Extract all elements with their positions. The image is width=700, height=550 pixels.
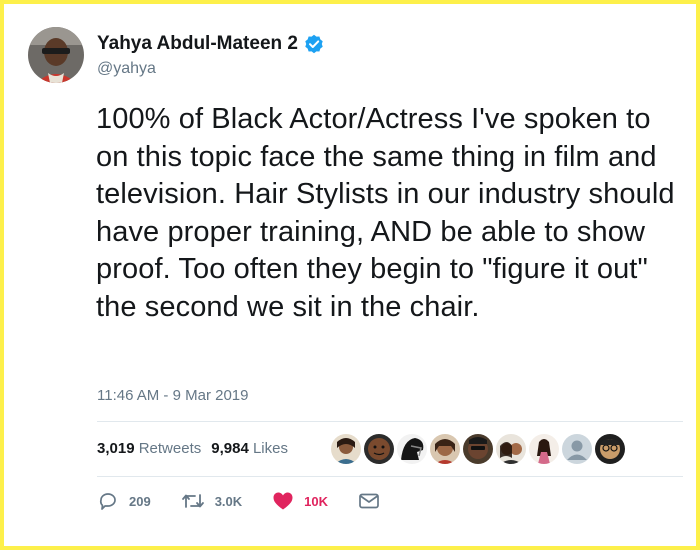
direct-message-button[interactable]: [358, 492, 390, 510]
heart-icon: [273, 492, 293, 510]
liker-avatar[interactable]: [364, 434, 394, 464]
engagement-stats: 3,019 Retweets 9,984 Likes: [97, 440, 288, 457]
tweet-text: 100% of Black Actor/Actress I've spoken …: [96, 103, 675, 323]
retweets-stat[interactable]: 3,019 Retweets: [97, 440, 201, 457]
likes-label: Likes: [252, 440, 288, 457]
reply-count: 209: [129, 493, 151, 509]
liker-avatar[interactable]: [529, 434, 559, 464]
like-count: 10K: [304, 493, 329, 509]
liker-avatars: [331, 434, 628, 464]
liker-avatar[interactable]: [430, 434, 460, 464]
retweets-count: 3,019: [97, 440, 135, 457]
retweets-label: Retweets: [138, 440, 202, 457]
tweet-actions: 209 3.0K 10K: [97, 491, 420, 511]
reply-icon: [99, 493, 116, 510]
liker-avatar[interactable]: [397, 434, 427, 464]
liker-avatar[interactable]: [496, 434, 526, 464]
divider: [97, 421, 683, 422]
liker-avatar[interactable]: [595, 434, 625, 464]
author-avatar[interactable]: [28, 27, 84, 83]
reply-button[interactable]: 209: [97, 491, 151, 511]
liker-avatar-default[interactable]: [562, 434, 592, 464]
author-name-row[interactable]: Yahya Abdul-Mateen 2: [97, 33, 324, 55]
liker-avatar[interactable]: [463, 434, 493, 464]
author-display-name[interactable]: Yahya Abdul-Mateen 2: [97, 33, 298, 55]
likes-count: 9,984: [211, 440, 249, 457]
author-handle[interactable]: @yahya: [97, 60, 156, 78]
screenshot-frame: Yahya Abdul-Mateen 2 @yahya 100% of Blac…: [0, 0, 700, 550]
liker-avatar[interactable]: [331, 434, 361, 464]
verified-badge-icon: [304, 34, 324, 54]
tweet-timestamp[interactable]: 11:46 AM - 9 Mar 2019: [97, 387, 248, 404]
likes-stat[interactable]: 9,984 Likes: [211, 440, 288, 457]
envelope-icon: [359, 493, 379, 509]
divider: [97, 476, 683, 477]
retweet-icon: [181, 494, 204, 508]
retweet-button[interactable]: 3.0K: [181, 492, 242, 510]
retweet-count: 3.0K: [214, 493, 243, 509]
like-button[interactable]: 10K: [272, 491, 328, 511]
